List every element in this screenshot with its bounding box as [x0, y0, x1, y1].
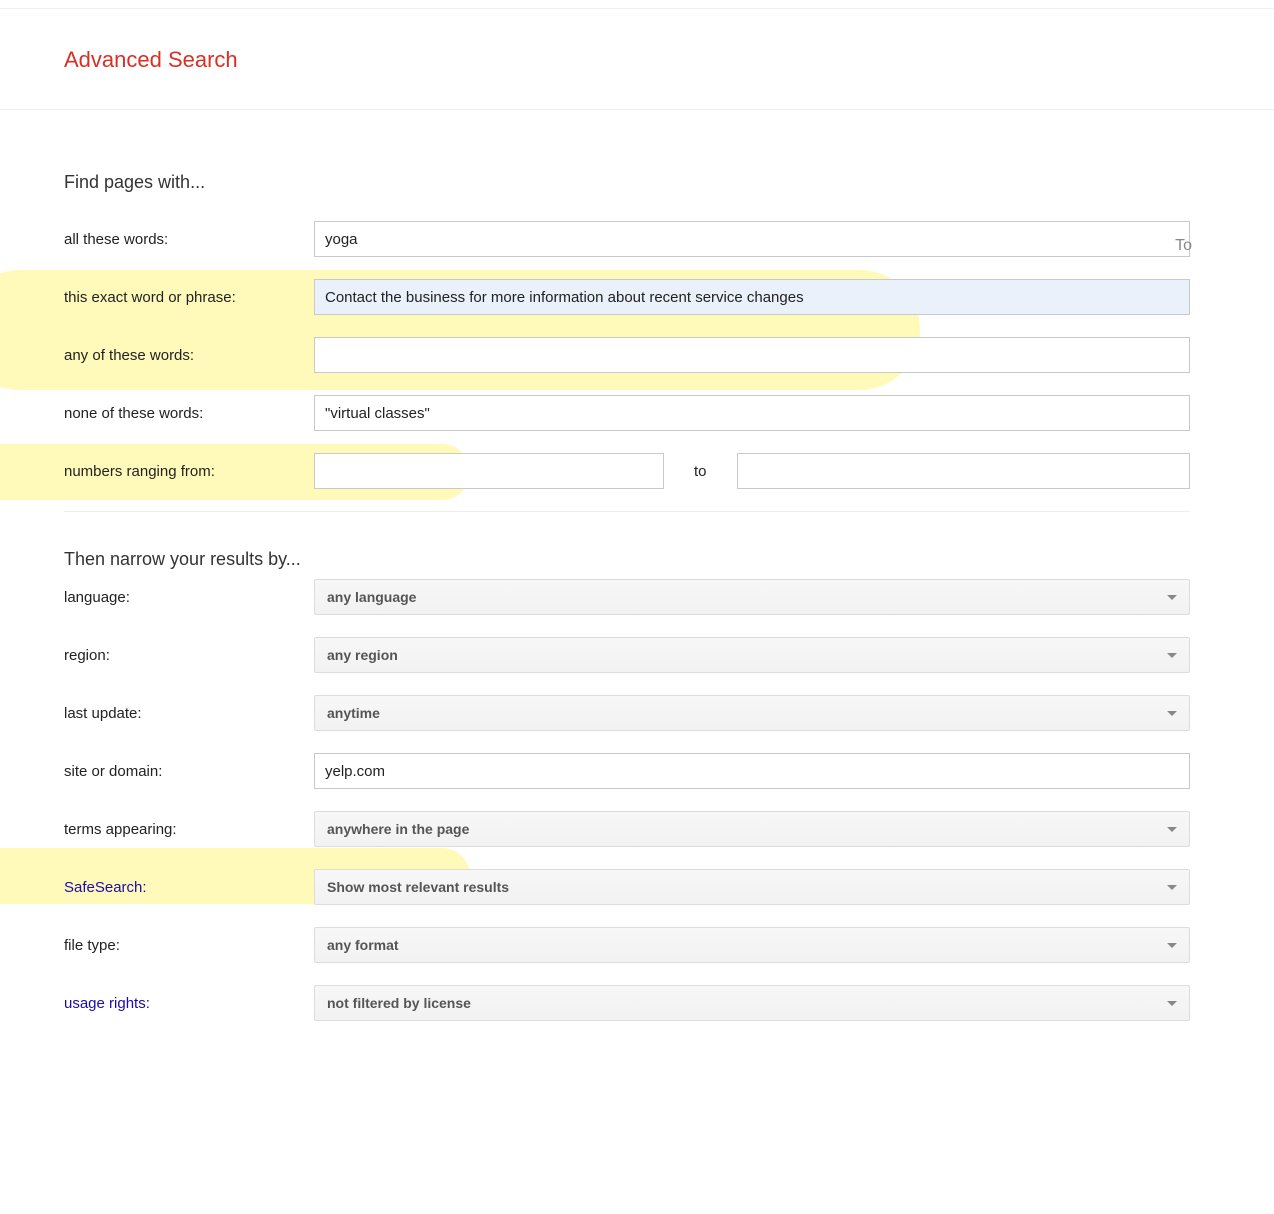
row-numbers: numbers ranging from: to — [64, 453, 1190, 489]
input-site[interactable] — [314, 753, 1190, 789]
dropdown-safesearch-value: Show most relevant results — [327, 879, 509, 895]
row-region: region: any region — [64, 637, 1190, 673]
dropdown-filetype[interactable]: any format — [314, 927, 1190, 963]
chevron-down-icon — [1167, 1001, 1177, 1006]
input-all-words[interactable] — [314, 221, 1190, 257]
content-area: To Find pages with... all these words: t… — [0, 172, 1190, 1021]
label-filetype: file type: — [64, 937, 314, 954]
row-all-words: all these words: — [64, 221, 1190, 257]
label-last-update: last update: — [64, 705, 314, 722]
dropdown-terms-value: anywhere in the page — [327, 821, 469, 837]
chevron-down-icon — [1167, 827, 1177, 832]
chevron-down-icon — [1167, 653, 1177, 658]
label-terms: terms appearing: — [64, 821, 314, 838]
label-none: none of these words: — [64, 405, 314, 422]
label-usage-link[interactable]: usage rights: — [64, 995, 314, 1012]
dropdown-filetype-value: any format — [327, 937, 399, 953]
dropdown-language[interactable]: any language — [314, 579, 1190, 615]
input-number-from[interactable] — [314, 453, 664, 489]
label-region: region: — [64, 647, 314, 664]
label-language: language: — [64, 589, 314, 606]
row-last-update: last update: anytime — [64, 695, 1190, 731]
page-title: Advanced Search — [0, 9, 1274, 109]
chevron-down-icon — [1167, 595, 1177, 600]
section-divider — [64, 511, 1190, 512]
find-heading: Find pages with... — [64, 172, 314, 193]
label-numbers: numbers ranging from: — [64, 463, 314, 480]
dropdown-region[interactable]: any region — [314, 637, 1190, 673]
edge-help-fragment: To — [1175, 237, 1192, 255]
row-safesearch: SafeSearch: Show most relevant results — [64, 869, 1190, 905]
dropdown-last-update[interactable]: anytime — [314, 695, 1190, 731]
dropdown-usage[interactable]: not filtered by license — [314, 985, 1190, 1021]
row-site: site or domain: — [64, 753, 1190, 789]
label-site: site or domain: — [64, 763, 314, 780]
row-language: language: any language — [64, 579, 1190, 615]
row-filetype: file type: any format — [64, 927, 1190, 963]
label-all-words: all these words: — [64, 231, 314, 248]
label-exact: this exact word or phrase: — [64, 289, 314, 306]
label-any: any of these words: — [64, 347, 314, 364]
narrow-heading: Then narrow your results by... — [64, 548, 314, 571]
row-exact: this exact word or phrase: — [64, 279, 1190, 315]
row-any: any of these words: — [64, 337, 1190, 373]
top-border — [0, 0, 1274, 9]
chevron-down-icon — [1167, 711, 1177, 716]
row-usage: usage rights: not filtered by license — [64, 985, 1190, 1021]
numbers-to-label: to — [664, 463, 737, 480]
dropdown-region-value: any region — [327, 647, 398, 663]
dropdown-terms[interactable]: anywhere in the page — [314, 811, 1190, 847]
dropdown-usage-value: not filtered by license — [327, 995, 471, 1011]
row-terms: terms appearing: anywhere in the page — [64, 811, 1190, 847]
row-none: none of these words: — [64, 395, 1190, 431]
input-any[interactable] — [314, 337, 1190, 373]
label-safesearch-link[interactable]: SafeSearch: — [64, 879, 314, 896]
input-exact[interactable] — [314, 279, 1190, 315]
dropdown-language-value: any language — [327, 589, 416, 605]
chevron-down-icon — [1167, 885, 1177, 890]
dropdown-safesearch[interactable]: Show most relevant results — [314, 869, 1190, 905]
input-number-to[interactable] — [737, 453, 1190, 489]
dropdown-last-update-value: anytime — [327, 705, 380, 721]
chevron-down-icon — [1167, 943, 1177, 948]
input-none[interactable] — [314, 395, 1190, 431]
divider — [0, 109, 1274, 110]
